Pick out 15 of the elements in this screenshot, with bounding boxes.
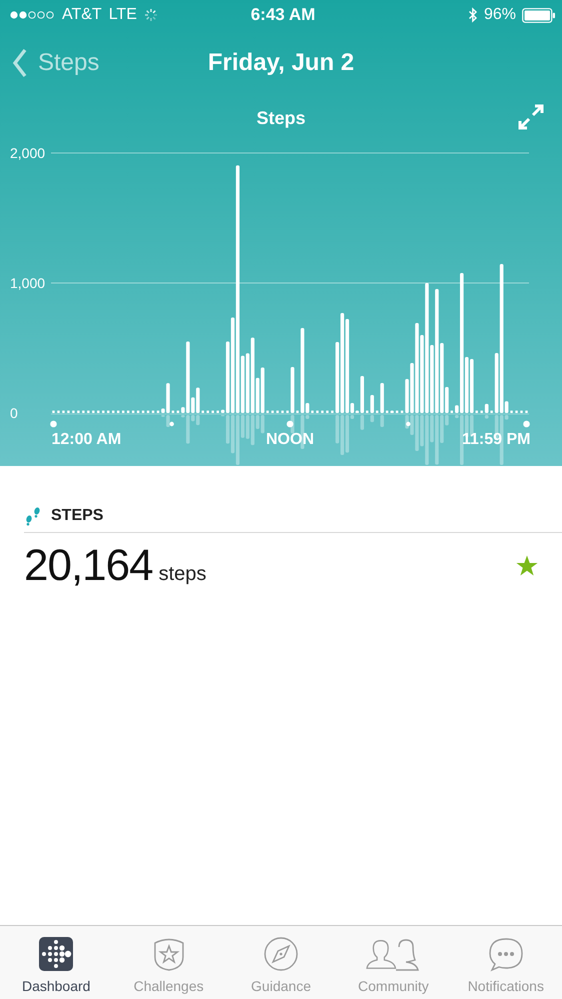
y-axis-label: 2,000 — [10, 145, 46, 161]
unit-label: steps — [158, 563, 206, 586]
x-axis-label: 12:00 AM — [52, 431, 122, 448]
carrier-name: AT&T — [62, 6, 102, 24]
step-count: 20,164 — [24, 541, 153, 591]
y-axis-label: 1,000 — [10, 275, 46, 291]
section-heading: STEPS — [51, 507, 104, 525]
battery-percent: 96% — [484, 6, 516, 24]
chart-title: Steps — [256, 108, 306, 128]
y-axis-label: 0 — [10, 405, 18, 421]
clock-time: 6:43 AM — [250, 5, 316, 24]
x-axis-label: 11:59 PM — [462, 431, 530, 448]
x-axis-label: NOON — [266, 431, 314, 448]
network-type: LTE — [108, 6, 137, 24]
screen-title: Friday, Jun 2 — [208, 49, 354, 77]
